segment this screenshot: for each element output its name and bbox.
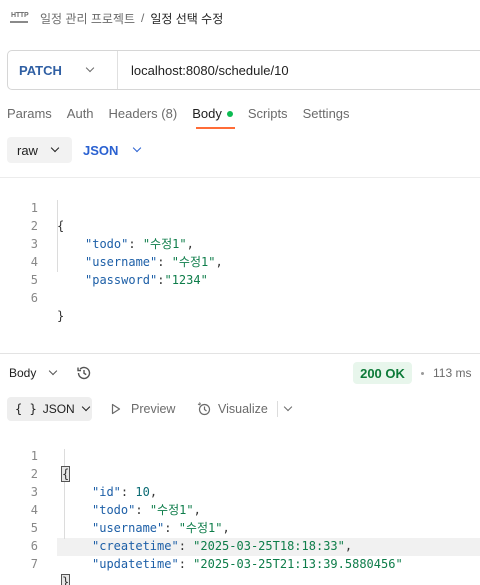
tab-scripts[interactable]: Scripts	[248, 106, 288, 126]
breadcrumb-collection[interactable]: 일정 관리 프로젝트	[40, 10, 135, 27]
visualize-label: Visualize	[218, 402, 268, 416]
preview-button[interactable]: Preview	[110, 397, 175, 421]
chevron-down-icon	[85, 63, 95, 73]
tab-headers[interactable]: Headers (8)	[109, 106, 178, 126]
tab-params[interactable]: Params	[7, 106, 52, 126]
history-icon[interactable]	[75, 364, 93, 382]
visualize-icon	[197, 402, 211, 416]
tab-settings[interactable]: Settings	[303, 106, 350, 126]
code-line: 6 "updatetime": "2025-03-25T21:13:39.588…	[30, 539, 403, 571]
modified-dot-icon	[226, 110, 233, 117]
method-select[interactable]: PATCH	[8, 51, 118, 89]
code-line: 3 "username": "수정1",	[30, 237, 223, 269]
code-line: 5 "createtime": "2025-03-25T18:18:33",	[30, 521, 353, 553]
body-format-select[interactable]: JSON	[83, 137, 142, 163]
play-icon	[111, 403, 121, 415]
request-title[interactable]: 일정 선택 수정	[150, 10, 223, 27]
code-line: 5	[30, 273, 38, 287]
tab-auth[interactable]: Auth	[67, 106, 94, 126]
tab-body[interactable]: Body	[192, 106, 233, 126]
code-line: 6 }	[30, 291, 65, 323]
toolbar-divider	[277, 401, 278, 417]
active-tab-indicator	[196, 127, 235, 129]
http-icon-text: HTTP	[11, 12, 29, 19]
code-line: 2 "todo": "수정1",	[30, 219, 194, 251]
response-body-viewer[interactable]: 1 { 2 "id": 10, 3 "todo": "수정1", 4 "user…	[0, 429, 480, 585]
braces-icon: { }	[15, 402, 37, 416]
response-time[interactable]: 113 ms	[433, 364, 471, 382]
body-mode-label: raw	[17, 142, 38, 158]
response-format-select[interactable]: { } JSON	[7, 397, 92, 421]
response-view-label: Body	[9, 366, 37, 380]
code-line: 7 }	[0, 537, 480, 585]
code-line: 2 "id": 10,	[30, 467, 158, 499]
body-mode-select[interactable]: raw	[7, 137, 72, 163]
code-line: 4 "username": "수정1",	[30, 503, 230, 535]
body-format-label: JSON	[83, 142, 119, 158]
chevron-down-icon	[283, 402, 293, 412]
chevron-down-icon	[49, 366, 58, 376]
chevron-down-icon	[133, 143, 142, 153]
chevron-down-icon	[81, 402, 90, 412]
url-bar: PATCH localhost:8080/schedule/10	[7, 50, 480, 90]
preview-label: Preview	[131, 402, 176, 416]
separator-dot	[421, 372, 424, 375]
code-line: 3 "todo": "수정1",	[30, 485, 201, 517]
code-line: 1 {	[30, 201, 65, 233]
status-badge[interactable]: 200 OK	[353, 362, 412, 384]
code-line: 4 "password":"1234"	[30, 255, 208, 287]
visualize-menu-button[interactable]	[283, 397, 293, 421]
breadcrumb: HTTP 일정 관리 프로젝트 / 일정 선택 수정	[10, 8, 223, 28]
request-tabs: Params Auth Headers (8) Body Scripts Set…	[7, 106, 365, 126]
visualize-button[interactable]: Visualize	[196, 397, 268, 421]
response-format-label: JSON	[42, 402, 75, 416]
request-body-editor[interactable]: 1 { 2 "todo": "수정1", 3 "username": "수정1"…	[0, 177, 480, 323]
breadcrumb-separator: /	[141, 11, 145, 25]
pane-divider[interactable]	[0, 353, 480, 354]
method-label: PATCH	[19, 62, 62, 78]
response-view-select[interactable]: Body	[9, 364, 58, 382]
chevron-down-icon	[50, 143, 60, 153]
http-icon: HTTP	[10, 10, 30, 26]
url-input[interactable]: localhost:8080/schedule/10	[118, 63, 289, 78]
tab-body-label: Body	[192, 106, 222, 121]
code-line: 1 {	[30, 449, 71, 482]
